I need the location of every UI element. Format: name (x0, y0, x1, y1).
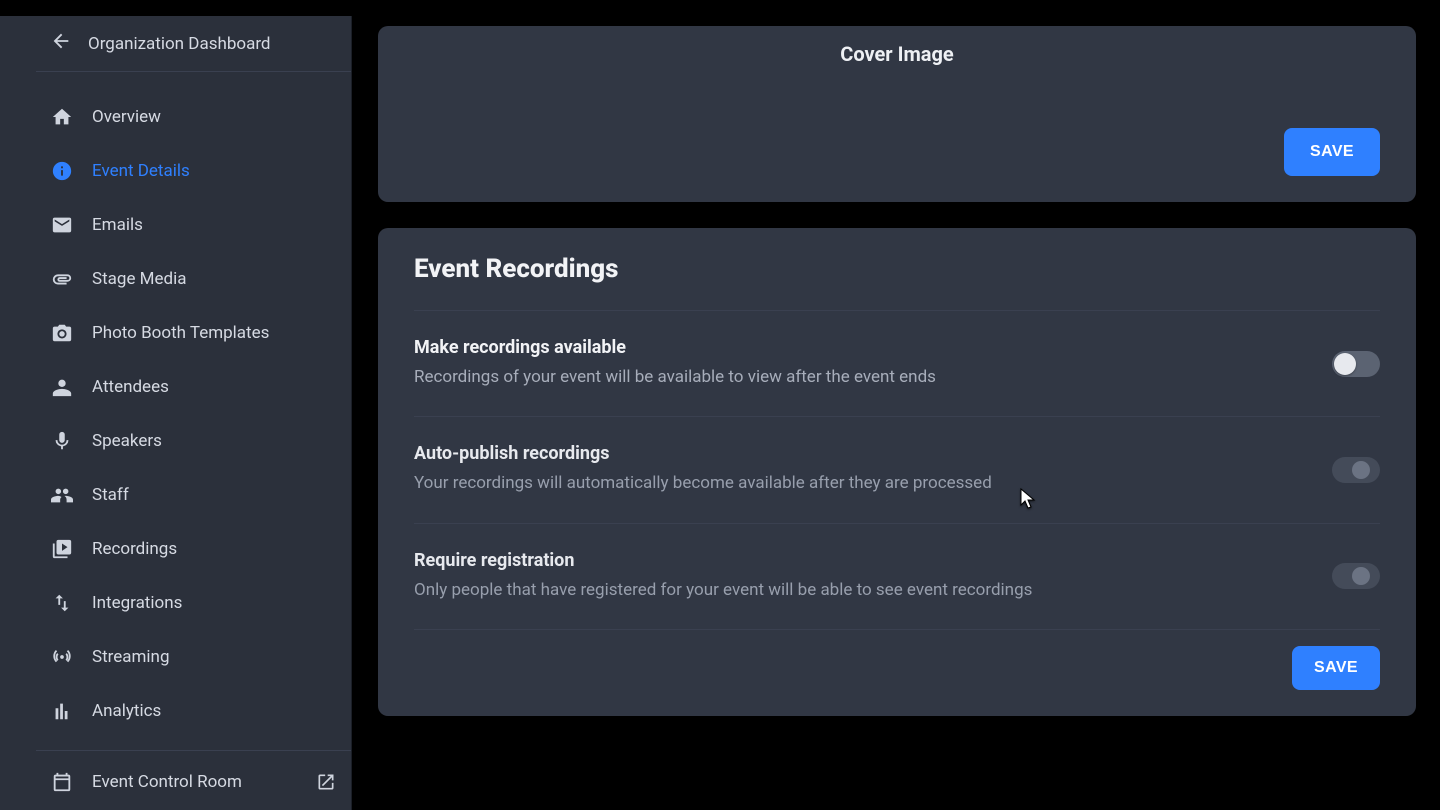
save-recordings-button[interactable]: SAVE (1292, 646, 1380, 690)
attachment-icon (50, 267, 74, 291)
toggle-require-registration (1332, 563, 1380, 589)
event-icon (50, 770, 74, 794)
sidebar-item-emails[interactable]: Emails (36, 198, 351, 252)
sidebar-item-label: Analytics (92, 701, 161, 721)
setting-desc: Recordings of your event will be availab… (414, 364, 936, 390)
back-to-dashboard[interactable]: Organization Dashboard (36, 16, 351, 72)
person-icon (50, 375, 74, 399)
window-top-bar (0, 0, 1440, 16)
arrow-back-icon (50, 30, 72, 57)
camera-icon (50, 321, 74, 345)
sidebar-item-streaming[interactable]: Streaming (36, 630, 351, 684)
setting-row-auto-publish-recordings: Auto-publish recordings Your recordings … (414, 416, 1380, 522)
toggle-knob (1352, 567, 1370, 585)
event-recordings-card: Event Recordings Make recordings availab… (378, 228, 1416, 716)
mic-icon (50, 429, 74, 453)
sidebar-item-label: Event Details (92, 161, 190, 181)
sidebar-nav: Overview Event Details Emails Stage Medi… (36, 72, 351, 809)
sidebar: Organization Dashboard Overview Event De… (0, 16, 352, 810)
event-recordings-title: Event Recordings (414, 254, 1380, 284)
sidebar-item-label: Emails (92, 215, 143, 235)
setting-desc: Only people that have registered for you… (414, 577, 1032, 603)
save-cover-button[interactable]: SAVE (1284, 128, 1380, 176)
setting-desc: Your recordings will automatically becom… (414, 470, 992, 496)
sidebar-item-recordings[interactable]: Recordings (36, 522, 351, 576)
sidebar-item-overview[interactable]: Overview (36, 90, 351, 144)
recordings-actions: SAVE (414, 646, 1380, 690)
video-library-icon (50, 537, 74, 561)
sidebar-item-label: Photo Booth Templates (92, 323, 269, 343)
toggle-auto-publish-recordings (1332, 457, 1380, 483)
divider (414, 629, 1380, 630)
email-icon (50, 213, 74, 237)
analytics-icon (50, 699, 74, 723)
swap-icon (50, 591, 74, 615)
sidebar-separator (36, 750, 351, 751)
sidebar-item-label: Event Control Room (92, 772, 242, 792)
people-icon (50, 483, 74, 507)
sidebar-item-photo-booth-templates[interactable]: Photo Booth Templates (36, 306, 351, 360)
setting-title: Auto-publish recordings (414, 443, 992, 464)
sidebar-item-label: Overview (92, 107, 161, 127)
info-icon (50, 159, 74, 183)
open-in-new-icon (315, 771, 337, 793)
setting-row-make-recordings-available: Make recordings available Recordings of … (414, 310, 1380, 416)
setting-row-require-registration: Require registration Only people that ha… (414, 523, 1380, 629)
toggle-make-recordings-available[interactable] (1332, 351, 1380, 377)
cover-image-card: Cover Image SAVE (378, 26, 1416, 202)
sidebar-item-staff[interactable]: Staff (36, 468, 351, 522)
sidebar-item-label: Speakers (92, 431, 162, 451)
sidebar-item-analytics[interactable]: Analytics (36, 684, 351, 738)
main-content: Cover Image SAVE Event Recordings Make r… (352, 16, 1440, 810)
sidebar-item-event-control-room[interactable]: Event Control Room (36, 755, 351, 809)
sidebar-item-label: Streaming (92, 647, 170, 667)
toggle-knob (1334, 353, 1356, 375)
cover-actions: SAVE (414, 128, 1380, 176)
back-label: Organization Dashboard (88, 34, 271, 54)
broadcast-icon (50, 645, 74, 669)
sidebar-item-attendees[interactable]: Attendees (36, 360, 351, 414)
sidebar-item-integrations[interactable]: Integrations (36, 576, 351, 630)
cover-image-title: Cover Image (840, 42, 953, 66)
sidebar-item-label: Attendees (92, 377, 169, 397)
sidebar-item-event-details[interactable]: Event Details (36, 144, 351, 198)
home-icon (50, 105, 74, 129)
sidebar-item-label: Stage Media (92, 269, 187, 289)
setting-title: Make recordings available (414, 337, 936, 358)
sidebar-item-label: Staff (92, 485, 129, 505)
sidebar-item-label: Recordings (92, 539, 177, 559)
sidebar-item-stage-media[interactable]: Stage Media (36, 252, 351, 306)
setting-title: Require registration (414, 550, 1032, 571)
app-shell: Organization Dashboard Overview Event De… (0, 16, 1440, 810)
toggle-knob (1352, 461, 1370, 479)
sidebar-item-speakers[interactable]: Speakers (36, 414, 351, 468)
sidebar-item-label: Integrations (92, 593, 182, 613)
